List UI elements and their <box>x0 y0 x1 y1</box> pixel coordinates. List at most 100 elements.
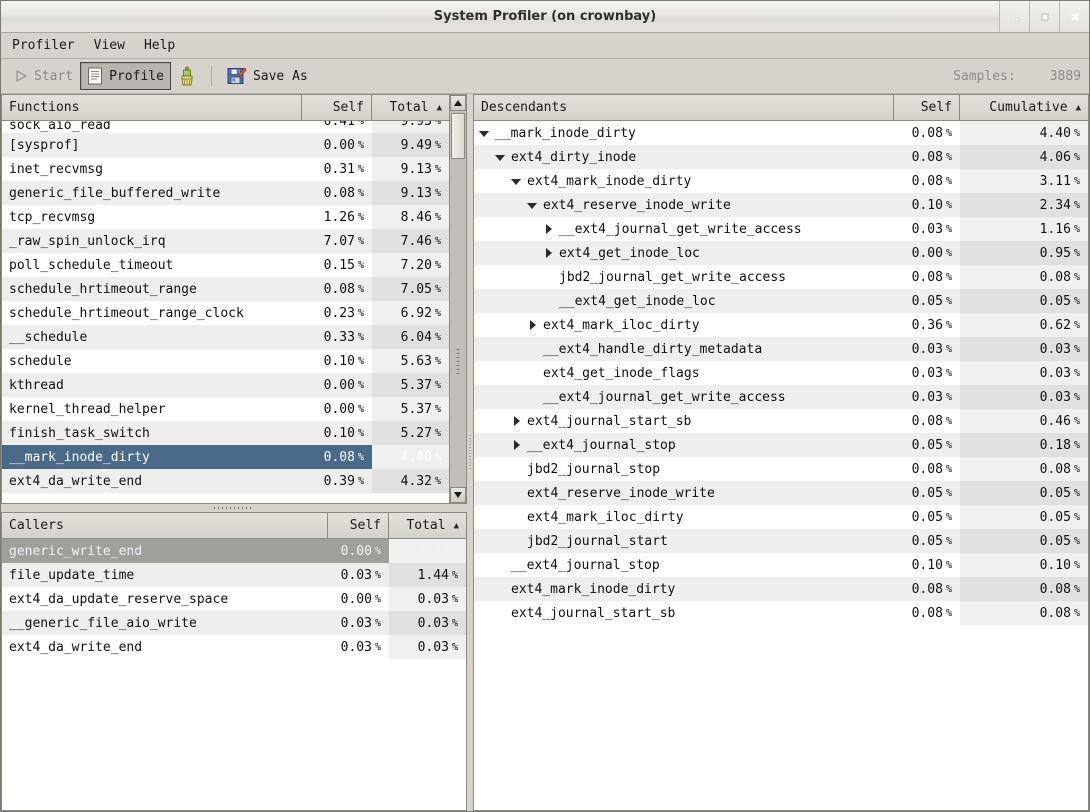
table-row[interactable]: ext4_mark_inode_dirty0.08%3.11% <box>474 169 1088 193</box>
table-row[interactable]: __ext4_journal_get_write_access0.03%0.03… <box>474 385 1088 409</box>
percent-symbol: % <box>946 248 952 259</box>
functions-col-self-label: Self <box>333 100 364 115</box>
table-row[interactable]: ext4_mark_inode_dirty0.08%0.08% <box>474 577 1088 601</box>
table-row[interactable]: schedule_hrtimeout_range0.08%7.05% <box>2 277 449 301</box>
table-row[interactable]: ext4_journal_start_sb0.08%0.46% <box>474 409 1088 433</box>
percent-symbol: % <box>1074 176 1080 187</box>
expander-closed-icon[interactable] <box>510 415 523 428</box>
table-row[interactable]: finish_task_switch0.10%5.27% <box>2 421 449 445</box>
table-row[interactable]: ext4_get_inode_flags0.03%0.03% <box>474 361 1088 385</box>
table-row[interactable]: tcp_recvmsg1.26%8.46% <box>2 205 449 229</box>
table-row[interactable]: generic_write_end0.00%2.88% <box>2 539 466 563</box>
table-row[interactable]: schedule_hrtimeout_range_clock0.23%6.92% <box>2 301 449 325</box>
expander-closed-icon[interactable] <box>542 223 555 236</box>
table-row[interactable]: _raw_spin_unlock_irq7.07%7.46% <box>2 229 449 253</box>
close-button[interactable] <box>1059 1 1089 32</box>
callers-row-list[interactable]: generic_write_end0.00%2.88%file_update_t… <box>2 539 466 810</box>
scroll-down-button[interactable] <box>450 487 466 503</box>
table-row[interactable]: jbd2_journal_start0.05%0.05% <box>474 529 1088 553</box>
percent-symbol: % <box>358 284 364 295</box>
maximize-button[interactable] <box>1029 1 1059 32</box>
clear-button[interactable] <box>171 62 203 90</box>
expander-open-icon[interactable] <box>510 175 523 188</box>
sort-ascending-icon: ▲ <box>454 521 459 531</box>
table-row[interactable]: ext4_da_write_end0.03%0.03% <box>2 635 466 659</box>
percent-symbol: % <box>946 296 952 307</box>
table-row[interactable]: kernel_thread_helper0.00%5.37% <box>2 397 449 421</box>
table-row[interactable]: ext4_reserve_inode_write0.10%2.34% <box>474 193 1088 217</box>
horizontal-splitter[interactable] <box>1 504 467 512</box>
table-row[interactable]: __ext4_handle_dirty_metadata0.03%0.03% <box>474 337 1088 361</box>
row-function-name: ext4_journal_start_sb <box>511 606 675 621</box>
table-row[interactable]: ext4_da_update_reserve_space0.00%0.03% <box>2 587 466 611</box>
expander-closed-icon[interactable] <box>510 439 523 452</box>
save-as-button[interactable]: Save As <box>220 62 315 90</box>
table-row[interactable]: jbd2_journal_stop0.08%0.08% <box>474 457 1088 481</box>
scroll-track[interactable] <box>450 111 466 487</box>
percent-symbol: % <box>946 224 952 235</box>
table-row[interactable]: poll_schedule_timeout0.15%7.20% <box>2 253 449 277</box>
table-row[interactable]: kthread0.00%5.37% <box>2 373 449 397</box>
expander-open-icon[interactable] <box>494 151 507 164</box>
percent-symbol: % <box>358 188 364 199</box>
functions-col-name[interactable]: Functions <box>2 95 302 120</box>
descendants-col-cumulative[interactable]: Cumulative ▲ <box>960 95 1088 120</box>
table-row[interactable]: __ext4_get_inode_loc0.05%0.05% <box>474 289 1088 313</box>
expander-closed-icon[interactable] <box>542 247 555 260</box>
percent-symbol: % <box>946 368 952 379</box>
table-row[interactable]: file_update_time0.03%1.44% <box>2 563 466 587</box>
table-row[interactable]: inet_recvmsg0.31%9.13% <box>2 157 449 181</box>
table-row[interactable]: jbd2_journal_get_write_access0.08%0.08% <box>474 265 1088 289</box>
descendants-col-self[interactable]: Self <box>894 95 960 120</box>
expander-open-icon[interactable] <box>526 199 539 212</box>
callers-col-self[interactable]: Self <box>328 513 389 538</box>
scroll-thumb[interactable] <box>451 113 465 159</box>
table-row[interactable]: __ext4_journal_stop0.10%0.10% <box>474 553 1088 577</box>
row-function-name-cell: jbd2_journal_stop <box>474 462 894 477</box>
callers-col-name[interactable]: Callers <box>2 513 328 538</box>
table-row[interactable]: generic_file_buffered_write0.08%9.13% <box>2 181 449 205</box>
table-row[interactable]: sock_aio_read0.41%9.93% <box>2 121 449 133</box>
minimize-button[interactable] <box>999 1 1029 32</box>
table-row[interactable]: ext4_reserve_inode_write0.05%0.05% <box>474 481 1088 505</box>
table-row[interactable]: __schedule0.33%6.04% <box>2 325 449 349</box>
table-row[interactable]: ext4_journal_start_sb0.08%0.08% <box>474 601 1088 625</box>
table-row[interactable]: schedule0.10%5.63% <box>2 349 449 373</box>
table-row[interactable]: __generic_file_aio_write0.03%0.03% <box>2 611 466 635</box>
scroll-up-button[interactable] <box>450 95 466 111</box>
start-button[interactable]: Start <box>7 62 80 90</box>
functions-row-list[interactable]: sock_aio_read0.41%9.93%[sysprof]0.00%9.4… <box>2 121 449 503</box>
functions-col-total[interactable]: Total ▲ <box>372 95 449 120</box>
percent-symbol: % <box>1074 416 1080 427</box>
descendants-col-name[interactable]: Descendants <box>474 95 894 120</box>
table-row[interactable]: ext4_dirty_inode0.08%4.06% <box>474 145 1088 169</box>
menu-help[interactable]: Help <box>142 36 184 55</box>
expander-closed-icon[interactable] <box>526 319 539 332</box>
functions-col-name-label: Functions <box>9 100 79 115</box>
table-row[interactable]: ext4_get_inode_loc0.00%0.95% <box>474 241 1088 265</box>
functions-vertical-scrollbar[interactable] <box>449 95 466 503</box>
table-row[interactable]: __mark_inode_dirty0.08%4.40% <box>474 121 1088 145</box>
row-function-name: jbd2_journal_stop <box>527 462 660 477</box>
functions-col-self[interactable]: Self <box>302 95 372 120</box>
percent-symbol: % <box>946 440 952 451</box>
profile-button[interactable]: Profile <box>80 62 171 90</box>
descendants-row-list[interactable]: __mark_inode_dirty0.08%4.40%ext4_dirty_i… <box>474 121 1088 810</box>
table-row[interactable]: ext4_mark_iloc_dirty0.36%0.62% <box>474 313 1088 337</box>
table-row[interactable]: ext4_da_write_end0.39%4.32% <box>2 469 449 493</box>
table-row[interactable]: [sysprof]0.00%9.49% <box>2 133 449 157</box>
percent-symbol: % <box>435 188 441 199</box>
callers-col-total[interactable]: Total ▲ <box>389 513 466 538</box>
table-row[interactable]: __ext4_journal_stop0.05%0.18% <box>474 433 1088 457</box>
menu-profiler[interactable]: Profiler <box>10 36 84 55</box>
row-function-name-cell: __mark_inode_dirty <box>474 126 894 141</box>
table-row[interactable]: ext4_mark_iloc_dirty0.05%0.05% <box>474 505 1088 529</box>
percent-symbol: % <box>1074 320 1080 331</box>
row-function-name: schedule_hrtimeout_range_clock <box>2 306 302 321</box>
samples-status: Samples: 3889 <box>953 69 1081 84</box>
table-row[interactable]: __mark_inode_dirty0.08%4.40% <box>2 445 449 469</box>
callers-col-total-label: Total <box>406 518 445 533</box>
menu-view[interactable]: View <box>92 36 134 55</box>
expander-open-icon[interactable] <box>478 127 491 140</box>
table-row[interactable]: __ext4_journal_get_write_access0.03%1.16… <box>474 217 1088 241</box>
